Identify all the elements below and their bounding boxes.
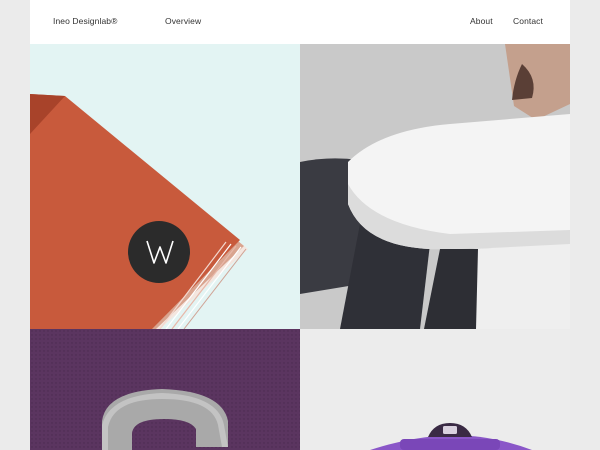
top-navigation: Ineo Designlab® Overview About Contact [30,0,570,44]
page-container: Ineo Designlab® Overview About Contact [30,0,570,450]
brand-link[interactable]: Ineo Designlab® [53,16,117,26]
project-tile-person[interactable] [300,44,570,329]
w-badge-icon [128,221,190,283]
skateboard-image [300,329,570,450]
nav-contact-link[interactable]: Contact [513,16,543,26]
person-image [300,44,570,329]
project-tile-skateboard[interactable] [300,329,570,450]
stationery-image [30,44,300,329]
nav-overview-link[interactable]: Overview [165,16,201,26]
project-tile-concrete-letter[interactable] [30,329,300,450]
nav-about-link[interactable]: About [470,16,493,26]
concrete-letter-image [30,329,300,450]
project-tile-stationery[interactable] [30,44,300,329]
